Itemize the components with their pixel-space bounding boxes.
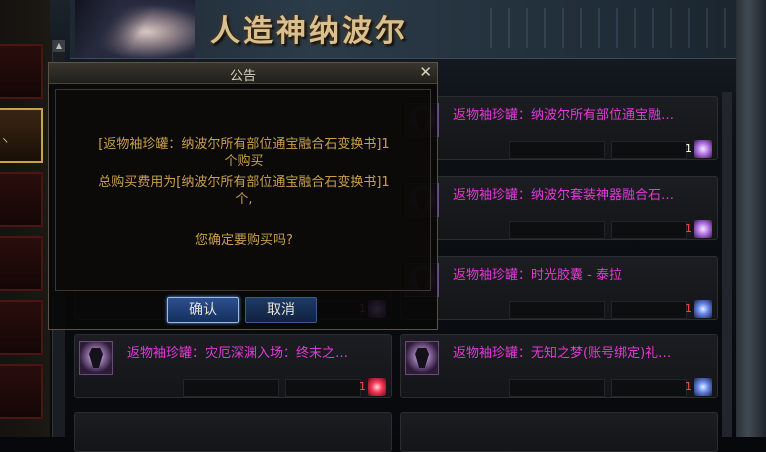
price-slot [611, 221, 687, 239]
confirm-button[interactable]: 确认 [167, 297, 239, 323]
dialog-message-line: 个购买 [224, 154, 264, 169]
close-icon[interactable]: ✕ [419, 63, 432, 81]
dialog-message-line: [返物袖珍罐：纳波尔所有部位通宝融合石变换书]1 [98, 137, 390, 152]
shop-item[interactable]: 返物袖珍罐：灾厄深渊入场：终末之… 1 [74, 334, 392, 398]
left-menu-item-active[interactable]: ヽ [0, 108, 43, 163]
right-scrollbar[interactable] [722, 92, 732, 437]
character-portrait [75, 0, 195, 58]
dialog-titlebar: 公告 ✕ [49, 63, 437, 84]
shop-item[interactable]: 返物袖珍罐：无知之梦(账号绑定)礼… 1 [400, 334, 718, 398]
item-thumbnail [79, 341, 113, 375]
item-quantity: 1 [685, 222, 692, 235]
shop-item[interactable]: 返物袖珍罐：时光胶囊 - 泰拉 1 [400, 256, 718, 320]
left-menu-item[interactable] [0, 44, 43, 99]
cancel-button[interactable]: 取消 [245, 297, 317, 323]
dialog-body: [返物袖珍罐：纳波尔所有部位通宝融合石变换书]1 个购买 总购买费用为[纳波尔所… [55, 89, 431, 291]
item-quantity: 1 [685, 380, 692, 393]
blue-crystal-icon [694, 300, 712, 318]
price-slot [611, 301, 687, 319]
blue-orb-icon [694, 378, 712, 396]
shop-item[interactable]: 返物袖珍罐：纳波尔所有部位通宝融… 1 [400, 96, 718, 160]
left-menu-item[interactable] [0, 364, 43, 419]
item-name: 返物袖珍罐：无知之梦(账号绑定)礼… [453, 346, 672, 361]
item-thumbnail [405, 341, 439, 375]
left-menu-item[interactable] [0, 300, 43, 355]
shop-item[interactable]: 返物袖珍罐：纳波尔套装神器融合石… 1 [400, 176, 718, 240]
shop-item[interactable] [400, 412, 718, 452]
price-slot [509, 141, 605, 159]
purple-orb-icon [694, 140, 712, 158]
dialog-message-line: 个, [235, 192, 253, 207]
item-quantity: 1 [685, 142, 692, 155]
portrait-shade [75, 0, 195, 58]
dialog-question: 您确定要购买吗? [195, 233, 293, 248]
item-name: 返物袖珍罐：纳波尔所有部位通宝融… [453, 108, 675, 123]
price-slot [611, 141, 687, 159]
item-name: 返物袖珍罐：灾厄深渊入场：终末之… [127, 346, 349, 361]
left-menu-item[interactable] [0, 236, 43, 291]
dialog-title: 公告 [229, 69, 256, 84]
right-frame [736, 0, 766, 437]
scroll-up-arrow-icon[interactable]: ▲ [53, 40, 65, 52]
price-slot [611, 379, 687, 397]
purple-crystal-icon [694, 220, 712, 238]
red-orb-icon [368, 378, 386, 396]
dialog-message-line: 总购买费用为[纳波尔所有部位通宝融合石变换书]1 [98, 175, 390, 190]
item-name: 返物袖珍罐：纳波尔套装神器融合石… [453, 188, 675, 203]
price-slot [509, 221, 605, 239]
price-slot [509, 301, 605, 319]
left-menu-item-label: ヽ [0, 136, 10, 147]
item-quantity: 1 [685, 302, 692, 315]
banner-title: 人造神纳波尔 [210, 14, 408, 49]
price-slot [285, 379, 361, 397]
price-slot [509, 379, 605, 397]
item-quantity: 1 [359, 380, 366, 393]
item-name: 返物袖珍罐：时光胶囊 - 泰拉 [453, 268, 622, 283]
price-slot [183, 379, 279, 397]
left-menu-item[interactable] [0, 172, 43, 227]
shop-item[interactable] [74, 412, 392, 452]
purchase-dialog: 公告 ✕ [返物袖珍罐：纳波尔所有部位通宝融合石变换书]1 个购买 总购买费用为… [48, 62, 438, 330]
banner-decoration [490, 8, 740, 48]
